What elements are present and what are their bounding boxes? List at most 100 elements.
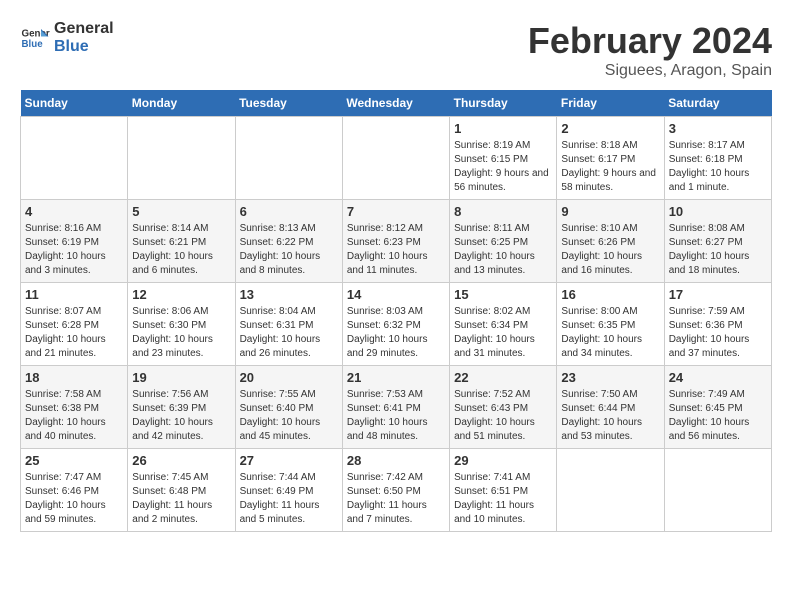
day-info: Sunrise: 7:44 AMSunset: 6:49 PMDaylight:… [240, 471, 338, 527]
calendar-cell [128, 117, 235, 200]
header-tuesday: Tuesday [235, 90, 342, 117]
day-info: Sunrise: 7:50 AMSunset: 6:44 PMDaylight:… [561, 388, 659, 444]
day-number: 9 [561, 204, 659, 219]
day-number: 28 [347, 453, 445, 468]
calendar-cell: 11 Sunrise: 8:07 AMSunset: 6:28 PMDayligh… [21, 283, 128, 366]
day-number: 14 [347, 287, 445, 302]
day-number: 10 [669, 204, 767, 219]
day-number: 15 [454, 287, 552, 302]
calendar-cell: 4 Sunrise: 8:16 AMSunset: 6:19 PMDaylight… [21, 200, 128, 283]
day-number: 11 [25, 287, 123, 302]
day-number: 19 [132, 370, 230, 385]
calendar-cell: 6 Sunrise: 8:13 AMSunset: 6:22 PMDaylight… [235, 200, 342, 283]
header: General Blue General Blue February 2024 … [20, 20, 772, 80]
day-info: Sunrise: 7:58 AMSunset: 6:38 PMDaylight:… [25, 388, 123, 444]
calendar-cell: 27 Sunrise: 7:44 AMSunset: 6:49 PMDayligh… [235, 449, 342, 532]
day-number: 26 [132, 453, 230, 468]
day-info: Sunrise: 7:55 AMSunset: 6:40 PMDaylight:… [240, 388, 338, 444]
calendar-cell [235, 117, 342, 200]
day-info: Sunrise: 8:17 AMSunset: 6:18 PMDaylight:… [669, 139, 767, 195]
day-info: Sunrise: 8:00 AMSunset: 6:35 PMDaylight:… [561, 305, 659, 361]
calendar-cell: 2 Sunrise: 8:18 AMSunset: 6:17 PMDaylight… [557, 117, 664, 200]
title-section: February 2024 Siguees, Aragon, Spain [528, 20, 772, 80]
day-info: Sunrise: 8:13 AMSunset: 6:22 PMDaylight:… [240, 222, 338, 278]
calendar-cell: 23 Sunrise: 7:50 AMSunset: 6:44 PMDayligh… [557, 366, 664, 449]
calendar-cell: 13 Sunrise: 8:04 AMSunset: 6:31 PMDayligh… [235, 283, 342, 366]
calendar-cell: 3 Sunrise: 8:17 AMSunset: 6:18 PMDaylight… [664, 117, 771, 200]
calendar-cell [21, 117, 128, 200]
day-number: 3 [669, 121, 767, 136]
calendar-cell [557, 449, 664, 532]
page-subtitle: Siguees, Aragon, Spain [528, 62, 772, 80]
calendar-cell: 29Sunrise: 7:41 AMSunset: 6:51 PMDayligh… [450, 449, 557, 532]
day-info: Sunrise: 8:19 AMSunset: 6:15 PMDaylight:… [454, 139, 552, 195]
calendar-cell: 21Sunrise: 7:53 AMSunset: 6:41 PMDayligh… [342, 366, 449, 449]
day-info: Sunrise: 8:08 AMSunset: 6:27 PMDaylight:… [669, 222, 767, 278]
day-info: Sunrise: 8:18 AMSunset: 6:17 PMDaylight:… [561, 139, 659, 195]
page-title: February 2024 [528, 20, 772, 62]
header-saturday: Saturday [664, 90, 771, 117]
day-info: Sunrise: 8:12 AMSunset: 6:23 PMDaylight:… [347, 222, 445, 278]
calendar-header-row: SundayMondayTuesdayWednesdayThursdayFrid… [21, 90, 772, 117]
calendar-cell: 12Sunrise: 8:06 AMSunset: 6:30 PMDayligh… [128, 283, 235, 366]
day-number: 16 [561, 287, 659, 302]
day-info: Sunrise: 7:45 AMSunset: 6:48 PMDaylight:… [132, 471, 230, 527]
calendar-week-2: 4 Sunrise: 8:16 AMSunset: 6:19 PMDaylight… [21, 200, 772, 283]
logo-blue: Blue [54, 38, 114, 56]
day-info: Sunrise: 8:03 AMSunset: 6:32 PMDaylight:… [347, 305, 445, 361]
calendar-week-1: 1 Sunrise: 8:19 AMSunset: 6:15 PMDaylight… [21, 117, 772, 200]
day-number: 2 [561, 121, 659, 136]
day-info: Sunrise: 7:59 AMSunset: 6:36 PMDaylight:… [669, 305, 767, 361]
day-info: Sunrise: 8:04 AMSunset: 6:31 PMDaylight:… [240, 305, 338, 361]
day-number: 20 [240, 370, 338, 385]
calendar-cell: 26 Sunrise: 7:45 AMSunset: 6:48 PMDayligh… [128, 449, 235, 532]
day-number: 7 [347, 204, 445, 219]
calendar-cell: 9Sunrise: 8:10 AMSunset: 6:26 PMDaylight… [557, 200, 664, 283]
calendar-cell: 17 Sunrise: 7:59 AMSunset: 6:36 PMDayligh… [664, 283, 771, 366]
day-number: 4 [25, 204, 123, 219]
day-info: Sunrise: 7:52 AMSunset: 6:43 PMDaylight:… [454, 388, 552, 444]
calendar-table: SundayMondayTuesdayWednesdayThursdayFrid… [20, 90, 772, 532]
day-number: 23 [561, 370, 659, 385]
day-info: Sunrise: 7:56 AMSunset: 6:39 PMDaylight:… [132, 388, 230, 444]
day-number: 6 [240, 204, 338, 219]
calendar-cell: 5Sunrise: 8:14 AMSunset: 6:21 PMDaylight… [128, 200, 235, 283]
day-number: 24 [669, 370, 767, 385]
header-monday: Monday [128, 90, 235, 117]
day-number: 27 [240, 453, 338, 468]
day-info: Sunrise: 8:02 AMSunset: 6:34 PMDaylight:… [454, 305, 552, 361]
logo: General Blue General Blue [20, 20, 114, 55]
calendar-cell: 28 Sunrise: 7:42 AMSunset: 6:50 PMDayligh… [342, 449, 449, 532]
day-info: Sunrise: 8:14 AMSunset: 6:21 PMDaylight:… [132, 222, 230, 278]
calendar-week-5: 25 Sunrise: 7:47 AMSunset: 6:46 PMDayligh… [21, 449, 772, 532]
day-number: 17 [669, 287, 767, 302]
day-info: Sunrise: 8:07 AMSunset: 6:28 PMDaylight:… [25, 305, 123, 361]
day-number: 1 [454, 121, 552, 136]
day-number: 29 [454, 453, 552, 468]
calendar-cell: 25 Sunrise: 7:47 AMSunset: 6:46 PMDayligh… [21, 449, 128, 532]
day-info: Sunrise: 7:42 AMSunset: 6:50 PMDaylight:… [347, 471, 445, 527]
day-number: 22 [454, 370, 552, 385]
day-info: Sunrise: 7:47 AMSunset: 6:46 PMDaylight:… [25, 471, 123, 527]
logo-icon: General Blue [20, 23, 50, 53]
calendar-cell: 24Sunrise: 7:49 AMSunset: 6:45 PMDayligh… [664, 366, 771, 449]
day-info: Sunrise: 7:53 AMSunset: 6:41 PMDaylight:… [347, 388, 445, 444]
day-number: 18 [25, 370, 123, 385]
day-info: Sunrise: 8:16 AMSunset: 6:19 PMDaylight:… [25, 222, 123, 278]
day-number: 25 [25, 453, 123, 468]
day-number: 13 [240, 287, 338, 302]
header-wednesday: Wednesday [342, 90, 449, 117]
calendar-cell: 7 Sunrise: 8:12 AMSunset: 6:23 PMDaylight… [342, 200, 449, 283]
calendar-cell: 1 Sunrise: 8:19 AMSunset: 6:15 PMDaylight… [450, 117, 557, 200]
day-info: Sunrise: 8:06 AMSunset: 6:30 PMDaylight:… [132, 305, 230, 361]
day-number: 8 [454, 204, 552, 219]
calendar-cell: 16 Sunrise: 8:00 AMSunset: 6:35 PMDayligh… [557, 283, 664, 366]
calendar-cell: 22 Sunrise: 7:52 AMSunset: 6:43 PMDayligh… [450, 366, 557, 449]
calendar-cell: 20 Sunrise: 7:55 AMSunset: 6:40 PMDayligh… [235, 366, 342, 449]
svg-text:Blue: Blue [22, 39, 44, 50]
calendar-cell: 18 Sunrise: 7:58 AMSunset: 6:38 PMDayligh… [21, 366, 128, 449]
calendar-cell: 15 Sunrise: 8:02 AMSunset: 6:34 PMDayligh… [450, 283, 557, 366]
calendar-cell: 10 Sunrise: 8:08 AMSunset: 6:27 PMDayligh… [664, 200, 771, 283]
day-info: Sunrise: 8:11 AMSunset: 6:25 PMDaylight:… [454, 222, 552, 278]
header-thursday: Thursday [450, 90, 557, 117]
